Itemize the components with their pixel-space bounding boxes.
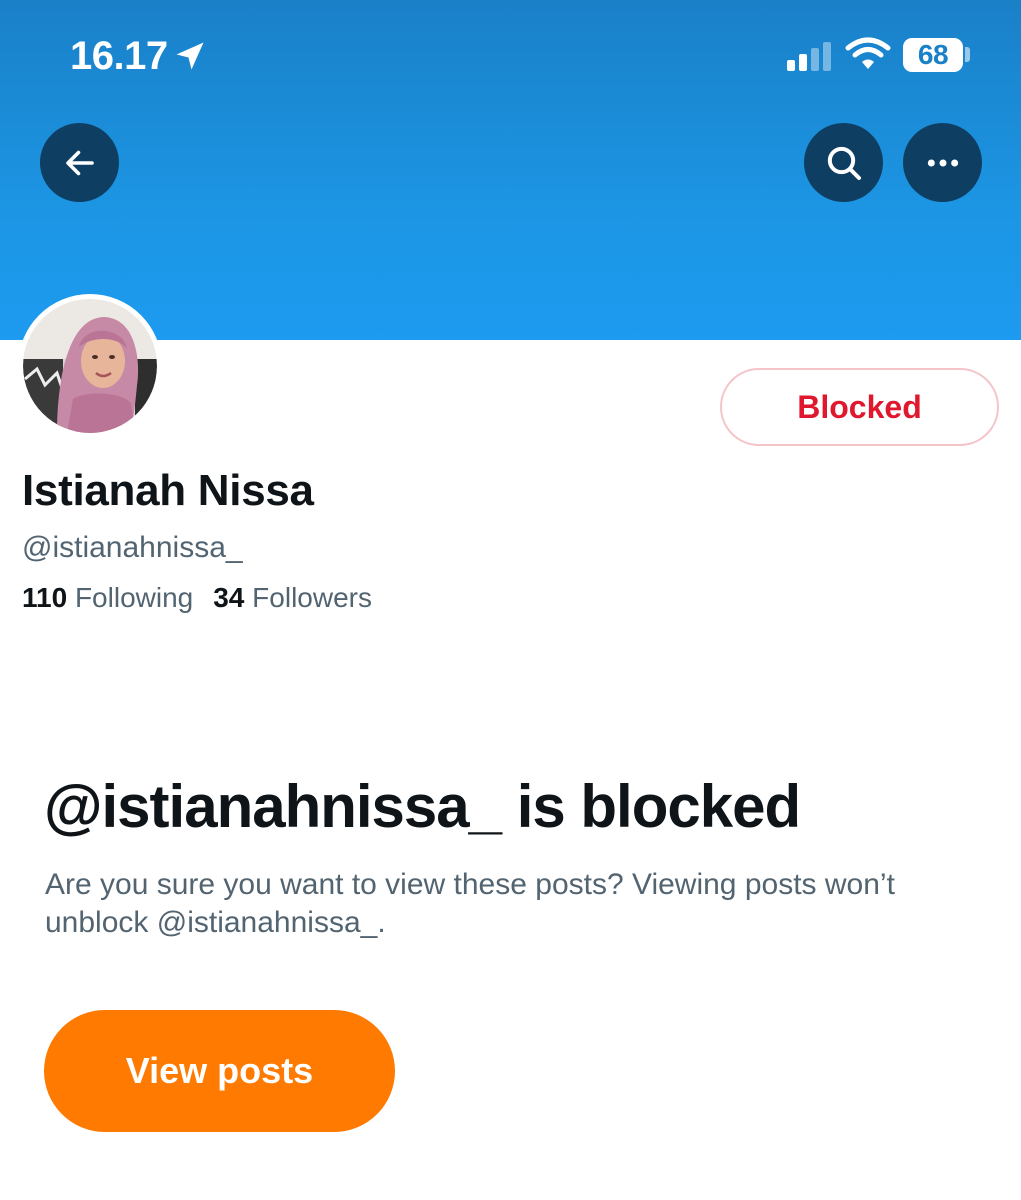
follow-stats: 110 Following 34 Followers — [22, 582, 372, 614]
display-name: Istianah Nissa — [22, 466, 314, 515]
following-count: 110 — [22, 582, 68, 613]
followers-count: 34 — [213, 582, 245, 613]
more-horizontal-icon — [927, 159, 958, 166]
battery-icon: 68 — [903, 38, 963, 72]
blocked-notice-description: Are you sure you want to view these post… — [45, 868, 895, 939]
wifi-icon — [845, 37, 891, 69]
location-arrow-icon — [176, 42, 204, 70]
followers-label: Followers — [252, 582, 372, 613]
profile-screen: 16.17 68 Blocked Istianah Nissa @istiana… — [0, 0, 1021, 1200]
more-button[interactable] — [903, 123, 982, 202]
blocked-notice-title: @istianahnissa_ is blocked — [44, 773, 801, 840]
followers-link[interactable]: 34 Followers — [213, 582, 372, 613]
search-icon — [827, 146, 861, 180]
status-time: 16.17 — [70, 34, 168, 78]
view-posts-button[interactable]: View posts — [44, 1010, 395, 1132]
blocked-button[interactable]: Blocked — [720, 368, 999, 446]
battery-cap — [965, 47, 970, 62]
back-button[interactable] — [40, 123, 119, 202]
following-label: Following — [74, 582, 194, 613]
following-link[interactable]: 110 Following — [22, 582, 193, 613]
battery-level: 68 — [917, 39, 949, 70]
arrow-left-icon — [65, 150, 94, 175]
avatar[interactable] — [18, 294, 162, 438]
cellular-signal-icon — [787, 42, 831, 71]
profile-handle: @istianahnissa_ — [22, 531, 243, 564]
search-button[interactable] — [804, 123, 883, 202]
avatar-photo — [23, 299, 157, 433]
